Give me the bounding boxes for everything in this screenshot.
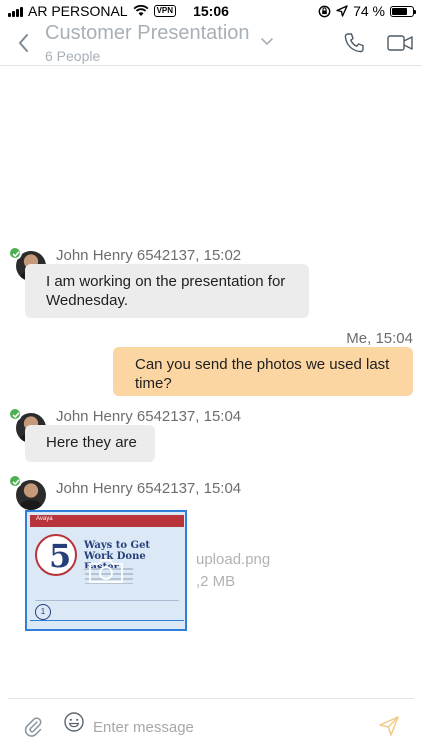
phone-icon[interactable] (343, 32, 365, 54)
rotation-lock-icon (318, 5, 331, 17)
chevron-left-icon[interactable] (14, 30, 34, 56)
online-status-icon (8, 246, 22, 260)
send-icon[interactable] (378, 715, 400, 737)
conversation-header: Customer Presentation 6 People (0, 22, 422, 66)
location-arrow-icon (336, 5, 348, 17)
conversation-title[interactable]: Customer Presentation (45, 22, 250, 45)
message-input[interactable] (93, 715, 353, 739)
outgoing-message-bubble[interactable]: Can you send the photos we used last tim… (113, 347, 413, 396)
message-sender-time: John Henry 6542137, 15:04 (56, 480, 242, 497)
image-attachment-thumbnail[interactable]: Avaya 5 Ways to Get Work Done Faster. 1 (25, 510, 187, 631)
participants-count: 6 People (45, 48, 101, 64)
message-sender-time: Me, 15:04 (346, 330, 413, 347)
attachment-file-size: ,2 MB (196, 573, 236, 590)
incoming-message-bubble[interactable]: I am working on the presentation for Wed… (25, 264, 309, 318)
preview-number: 5 (49, 537, 72, 575)
status-bar: AR PERSONAL VPN 15:06 74 % (0, 0, 422, 22)
chevron-down-icon[interactable] (259, 36, 275, 48)
message-composer (8, 698, 414, 750)
battery-icon (390, 5, 416, 17)
online-status-icon (8, 474, 22, 488)
preview-footer (30, 620, 184, 626)
preview-item-number: 1 (35, 604, 51, 620)
paperclip-icon[interactable] (23, 715, 43, 737)
preview-header-bar: Avaya (30, 515, 184, 527)
battery-percent: 74 % (353, 3, 385, 19)
preview-divider (35, 600, 179, 620)
smiley-icon[interactable] (63, 711, 85, 733)
online-status-icon (8, 407, 22, 421)
incoming-message-bubble[interactable]: Here they are (25, 425, 155, 462)
attachment-file-name: upload.png (196, 551, 271, 568)
preview-header-text: Avaya (36, 516, 53, 522)
camera-icon (89, 559, 123, 583)
message-sender-time: John Henry 6542137, 15:02 (56, 247, 242, 264)
video-camera-icon[interactable] (387, 34, 413, 52)
message-sender-time: John Henry 6542137, 15:04 (56, 408, 242, 425)
